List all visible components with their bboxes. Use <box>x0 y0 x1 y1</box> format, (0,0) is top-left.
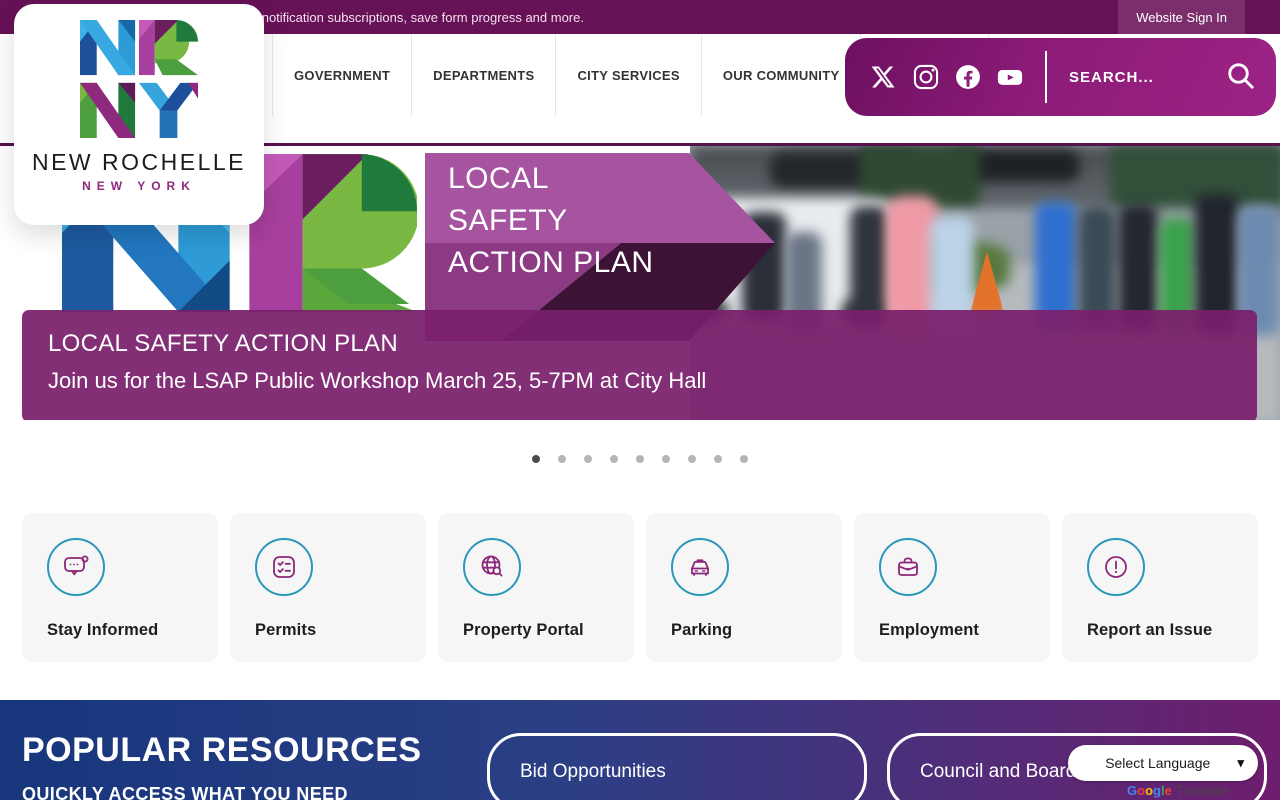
search-button[interactable] <box>1224 60 1258 94</box>
search-input[interactable] <box>1069 69 1224 86</box>
chat-bubble-icon <box>47 538 105 596</box>
x-icon[interactable] <box>871 64 897 90</box>
card-label: Report an Issue <box>1087 621 1212 640</box>
language-select[interactable]: Select Language ▾ <box>1068 745 1258 781</box>
page: Create a Website Account – Manage notifi… <box>0 0 1280 800</box>
carousel-dot-8[interactable] <box>714 455 722 463</box>
hero-caption-title: LOCAL SAFETY ACTION PLAN <box>48 330 398 358</box>
hero-caption[interactable]: LOCAL SAFETY ACTION PLAN Join us for the… <box>22 310 1257 420</box>
bid-opportunities-button[interactable]: Bid Opportunities <box>487 733 867 800</box>
card-parking[interactable]: Parking <box>646 513 842 662</box>
carousel-dot-6[interactable] <box>662 455 670 463</box>
logo-city-name: NEW ROCHELLE <box>14 149 264 176</box>
website-signin-button[interactable]: Website Sign In <box>1118 0 1245 34</box>
card-label: Stay Informed <box>47 621 158 640</box>
search-divider <box>1045 51 1047 103</box>
carousel-dot-7[interactable] <box>688 455 696 463</box>
carousel-dot-3[interactable] <box>584 455 592 463</box>
carousel-dot-4[interactable] <box>610 455 618 463</box>
card-property-portal[interactable]: Property Portal <box>438 513 634 662</box>
instagram-icon[interactable] <box>913 64 939 90</box>
city-logo-icon <box>80 125 198 142</box>
logo-state-name: NEW YORK <box>14 179 264 193</box>
card-label: Employment <box>879 621 979 640</box>
carousel-dots <box>0 455 1280 463</box>
globe-search-icon <box>463 538 521 596</box>
carousel-dot-5[interactable] <box>636 455 644 463</box>
card-employment[interactable]: Employment <box>854 513 1050 662</box>
card-report-issue[interactable]: Report an Issue <box>1062 513 1258 662</box>
language-select-label: Select Language <box>1068 755 1237 771</box>
hero-caption-subtitle: Join us for the LSAP Public Workshop Mar… <box>48 368 706 394</box>
popular-resources-subtitle: QUICKLY ACCESS WHAT YOU NEED <box>22 784 348 800</box>
card-label: Parking <box>671 621 732 640</box>
popular-resources-section: POPULAR RESOURCES QUICKLY ACCESS WHAT YO… <box>0 700 1280 800</box>
checklist-icon <box>255 538 313 596</box>
google-translate-brand: GoogleTranslate <box>1127 783 1230 798</box>
card-stay-informed[interactable]: Stay Informed <box>22 513 218 662</box>
logo-card[interactable]: NEW ROCHELLE NEW YORK <box>14 4 264 225</box>
carousel-dot-1[interactable] <box>532 455 540 463</box>
briefcase-icon <box>879 538 937 596</box>
popular-resources-title: POPULAR RESOURCES <box>22 731 422 770</box>
nav-item-our-community[interactable]: OUR COMMUNITY <box>701 34 861 116</box>
facebook-icon[interactable] <box>955 64 981 90</box>
nav-item-city-services[interactable]: CITY SERVICES <box>555 34 700 116</box>
carousel-dot-9[interactable] <box>740 455 748 463</box>
alert-circle-icon <box>1087 538 1145 596</box>
youtube-icon[interactable] <box>997 64 1023 90</box>
hero-banner-text: LOCAL SAFETY ACTION PLAN <box>448 158 654 284</box>
quicklink-cards: Stay Informed Permits <box>22 513 1258 662</box>
social-search-bar <box>845 38 1276 116</box>
card-label: Permits <box>255 621 316 640</box>
card-label: Property Portal <box>463 621 584 640</box>
car-icon <box>671 538 729 596</box>
chevron-down-icon: ▾ <box>1237 755 1244 771</box>
carousel-dot-2[interactable] <box>558 455 566 463</box>
nav-item-departments[interactable]: DEPARTMENTS <box>411 34 555 116</box>
nav-item-government[interactable]: GOVERNMENT <box>272 34 411 116</box>
search-icon <box>1226 79 1256 94</box>
card-permits[interactable]: Permits <box>230 513 426 662</box>
